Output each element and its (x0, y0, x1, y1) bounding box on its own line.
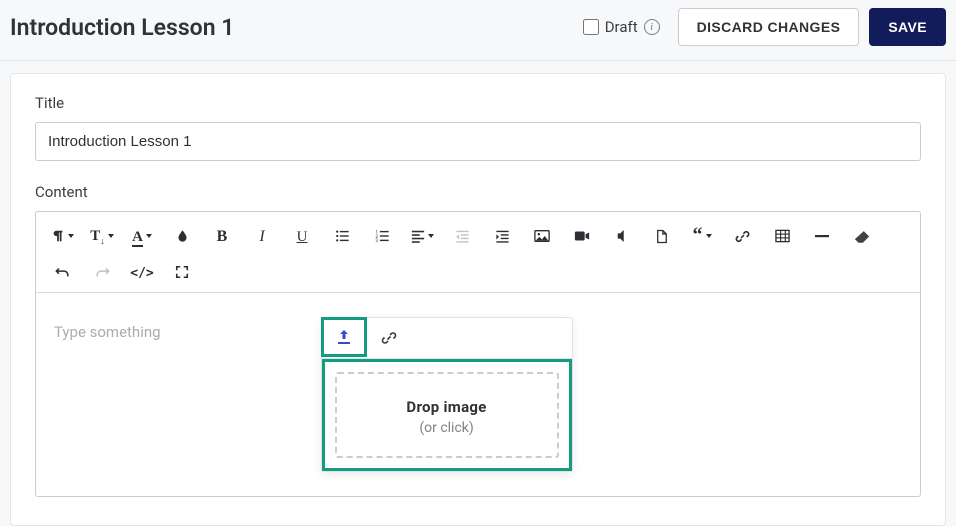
toolbar-quote-button[interactable]: “ (682, 218, 722, 254)
link-icon (381, 330, 397, 346)
toolbar-italic-button[interactable]: I (242, 218, 282, 254)
insert-link-icon (735, 229, 750, 244)
toolbar-code-view-button[interactable]: </> (122, 254, 162, 290)
insert-file-icon (656, 229, 668, 244)
toolbar-fullscreen-button[interactable] (162, 254, 202, 290)
toolbar-bold-button[interactable]: B (202, 218, 242, 254)
toolbar-insert-link-button[interactable] (722, 218, 762, 254)
outdent-icon (455, 229, 470, 243)
toolbar-underline-button[interactable]: U (282, 218, 322, 254)
image-insert-popover: Drop image (or click) (321, 317, 573, 472)
undo-icon (55, 265, 70, 279)
form-card: Title Content T↓ A B I U 123 “ </> Type somethi… (10, 73, 946, 526)
svg-text:3: 3 (375, 239, 378, 243)
horizontal-rule-icon (815, 234, 829, 238)
save-button[interactable]: Save (869, 8, 946, 46)
dropzone-highlight: Drop image (or click) (322, 359, 572, 471)
font-color-icon: A (132, 227, 143, 245)
paragraph-format-icon (51, 229, 65, 243)
image-dropzone[interactable]: Drop image (or click) (335, 372, 559, 458)
italic-icon: I (259, 227, 264, 246)
insert-table-icon (775, 229, 790, 243)
font-size-icon: T↓ (90, 226, 105, 246)
toolbar-insert-audio-button[interactable] (602, 218, 642, 254)
toolbar-ordered-list-button[interactable]: 123 (362, 218, 402, 254)
image-upload-tab[interactable] (321, 317, 367, 357)
toolbar-insert-file-button[interactable] (642, 218, 682, 254)
editor-toolbar: T↓ A B I U 123 “ </> (36, 212, 920, 293)
text-highlight-icon (176, 229, 189, 243)
dropzone-subtitle: (or click) (347, 420, 547, 436)
toolbar-font-size-button[interactable]: T↓ (82, 218, 122, 254)
upload-icon (336, 329, 352, 345)
info-icon[interactable]: i (644, 19, 660, 35)
dropzone-title: Drop image (347, 398, 547, 416)
discard-button[interactable]: Discard Changes (678, 8, 860, 46)
editor-placeholder: Type something (54, 317, 161, 341)
ordered-list-icon: 123 (375, 229, 390, 243)
page-title: Introduction Lesson 1 (10, 14, 583, 41)
content-label: Content (35, 183, 921, 201)
toolbar-paragraph-format-button[interactable] (42, 218, 82, 254)
rich-text-editor: T↓ A B I U 123 “ </> Type something (35, 211, 921, 497)
indent-icon (495, 229, 510, 243)
redo-icon (95, 265, 110, 279)
toolbar-insert-table-button[interactable] (762, 218, 802, 254)
image-popover-tabs (322, 318, 572, 359)
toolbar-clear-formatting-button[interactable] (842, 218, 882, 254)
editor-body[interactable]: Type something (36, 293, 920, 496)
toolbar-redo-button (82, 254, 122, 290)
title-label: Title (35, 94, 921, 112)
quote-icon: “ (693, 227, 703, 245)
content-block: Content T↓ A B I U 123 “ </> Type something (35, 183, 921, 497)
toolbar-text-highlight-button[interactable] (162, 218, 202, 254)
bold-icon: B (217, 227, 228, 246)
code-view-icon: </> (130, 263, 153, 281)
draft-checkbox[interactable] (583, 19, 599, 35)
insert-image-icon (534, 229, 550, 243)
toolbar-horizontal-rule-button[interactable] (802, 218, 842, 254)
title-input[interactable] (35, 122, 921, 161)
insert-audio-icon (616, 229, 628, 243)
toolbar-outdent-button (442, 218, 482, 254)
fullscreen-icon (175, 265, 189, 279)
toolbar-align-button[interactable] (402, 218, 442, 254)
toolbar-undo-button[interactable] (42, 254, 82, 290)
draft-toggle[interactable]: Draft i (583, 18, 660, 36)
toolbar-insert-image-button[interactable] (522, 218, 562, 254)
unordered-list-icon (335, 229, 350, 243)
toolbar-insert-video-button[interactable] (562, 218, 602, 254)
insert-video-icon (574, 230, 590, 242)
page-header: Introduction Lesson 1 Draft i Discard Ch… (0, 0, 956, 61)
underline-icon: U (297, 227, 308, 246)
draft-label: Draft (605, 18, 638, 36)
toolbar-unordered-list-button[interactable] (322, 218, 362, 254)
align-icon (411, 229, 425, 243)
clear-formatting-icon (854, 230, 870, 243)
toolbar-font-color-button[interactable]: A (122, 218, 162, 254)
image-url-tab[interactable] (366, 318, 412, 358)
toolbar-indent-button[interactable] (482, 218, 522, 254)
